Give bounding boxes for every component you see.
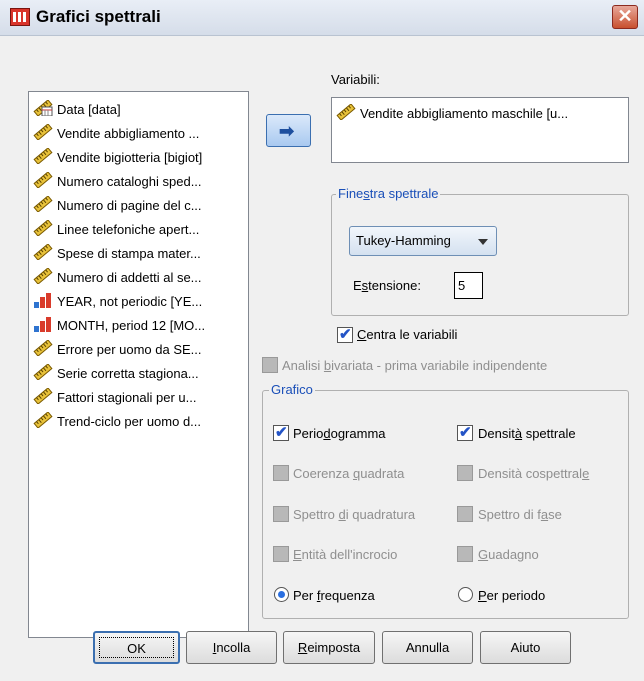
quadrature-spectrum-label: Spettro di quadratura — [293, 507, 416, 522]
list-item-label: Vendite abbigliamento ... — [57, 125, 200, 141]
quadrature-spectrum-checkbox[interactable] — [273, 506, 289, 522]
cross-amplitude-checkbox[interactable] — [273, 546, 289, 562]
phase-spectrum-label: Spettro di fase — [478, 507, 562, 522]
bivariate-checkbox[interactable] — [262, 357, 278, 373]
list-item-label: Fattori stagionali per u... — [57, 389, 197, 405]
window-title: Grafici spettrali — [36, 7, 161, 26]
scale-ruler-icon — [33, 266, 57, 287]
by-period-radio[interactable] — [458, 587, 473, 602]
list-item-label: Serie corretta stagiona... — [57, 365, 199, 381]
scale-ruler-icon — [33, 146, 57, 167]
list-item-label: Errore per uomo da SE... — [57, 341, 202, 357]
phase-spectrum-checkbox[interactable] — [457, 506, 473, 522]
list-item[interactable]: Errore per uomo da SE... — [29, 337, 248, 361]
extension-input[interactable]: 5 — [454, 272, 483, 299]
scale-ruler-icon — [33, 218, 57, 239]
list-item-label: YEAR, not periodic [YE... — [57, 293, 203, 309]
by-frequency-label: Per frequenza — [293, 588, 375, 603]
list-item-label: Vendite bigiotteria [bigiot] — [57, 149, 203, 165]
center-variables-label: Centra le variabili — [357, 327, 458, 342]
title-bar: Grafici spettrali ✕ — [0, 0, 644, 36]
center-variables-checkbox[interactable] — [337, 325, 353, 343]
list-item-label: Numero cataloghi sped... — [57, 173, 202, 189]
list-item[interactable]: Vendite bigiotteria [bigiot] — [29, 145, 248, 169]
ok-button[interactable]: OK — [93, 631, 180, 664]
plot-group-legend: Grafico — [269, 382, 315, 397]
cancel-button[interactable]: Annulla — [382, 631, 473, 664]
list-item[interactable]: MONTH, period 12 [MO... — [29, 313, 248, 337]
close-icon: ✕ — [617, 6, 633, 26]
by-frequency-radio[interactable] — [274, 587, 289, 602]
list-item[interactable]: Spese di stampa mater... — [29, 241, 248, 265]
ordinal-bars-icon — [33, 316, 57, 335]
extension-label: Estensione: — [353, 278, 421, 293]
spectral-window-dropdown[interactable]: Tukey-Hamming — [349, 226, 497, 256]
scale-ruler-icon — [33, 242, 57, 263]
by-period-label: Per periodo — [478, 588, 546, 603]
list-item[interactable]: Serie corretta stagiona... — [29, 361, 248, 385]
app-icon — [10, 8, 30, 26]
spectral-density-label: Densità spettrale — [478, 426, 576, 441]
arrow-right-icon: ➡ — [279, 121, 295, 141]
cross-amplitude-label: Entità dell'incrocio — [293, 547, 398, 562]
variables-target-list[interactable]: Vendite abbigliamento maschile [u... — [331, 97, 629, 163]
list-item-label: Data [data] — [57, 101, 121, 117]
list-item-label: Numero di addetti al se... — [57, 269, 202, 285]
list-item-label: MONTH, period 12 [MO... — [57, 317, 206, 333]
plot-group: Grafico — [262, 382, 629, 619]
bivariate-label: Analisi bivariata - prima variabile indi… — [282, 358, 548, 373]
reset-button[interactable]: Reimposta — [283, 631, 375, 664]
list-item[interactable]: Numero cataloghi sped... — [29, 169, 248, 193]
scale-ruler-icon — [33, 410, 57, 431]
paste-button[interactable]: Incolla — [186, 631, 277, 664]
gain-checkbox[interactable] — [457, 546, 473, 562]
list-item[interactable]: Numero di addetti al se... — [29, 265, 248, 289]
date-ruler-icon — [33, 98, 57, 119]
list-item-label: Numero di pagine del c... — [57, 197, 202, 213]
list-item[interactable]: Linee telefoniche apert... — [29, 217, 248, 241]
squared-coherence-label: Coerenza quadrata — [293, 466, 405, 481]
scale-ruler-icon — [33, 194, 57, 215]
list-item[interactable]: Numero di pagine del c... — [29, 193, 248, 217]
chevron-down-icon — [478, 239, 488, 245]
close-button[interactable]: ✕ — [612, 5, 638, 29]
list-item[interactable]: Data [data] — [29, 97, 248, 121]
list-item[interactable]: Vendite abbigliamento maschile [u... — [332, 101, 628, 125]
list-item-label: Vendite abbigliamento maschile [u... — [360, 105, 569, 121]
source-variable-list[interactable]: Data [data] Vendite abbigliamento ... Vend… — [28, 91, 249, 638]
list-item[interactable]: Trend-ciclo per uomo d... — [29, 409, 248, 433]
periodogram-label: Periodogramma — [293, 426, 386, 441]
variables-label: Variabili: — [331, 72, 380, 87]
list-item[interactable]: YEAR, not periodic [YE... — [29, 289, 248, 313]
scale-ruler-icon — [33, 338, 57, 359]
list-item-label: Trend-ciclo per uomo d... — [57, 413, 202, 429]
periodogram-checkbox[interactable] — [273, 423, 289, 441]
help-button[interactable]: Aiuto — [480, 631, 571, 664]
list-item-label: Linee telefoniche apert... — [57, 221, 200, 237]
scale-ruler-icon — [336, 102, 360, 123]
move-to-variables-button[interactable]: ➡ — [266, 114, 311, 147]
spectral-density-checkbox[interactable] — [457, 423, 473, 441]
scale-ruler-icon — [33, 122, 57, 143]
scale-ruler-icon — [33, 362, 57, 383]
gain-label: Guadagno — [478, 547, 539, 562]
list-item[interactable]: Vendite abbigliamento ... — [29, 121, 248, 145]
spectral-window-legend: Finestra spettrale — [336, 186, 441, 201]
scale-ruler-icon — [33, 386, 57, 407]
ordinal-bars-icon — [33, 292, 57, 311]
cospectral-density-label: Densità cospettrale — [478, 466, 590, 481]
scale-ruler-icon — [33, 170, 57, 191]
list-item[interactable]: Fattori stagionali per u... — [29, 385, 248, 409]
spectral-window-selected: Tukey-Hamming — [356, 233, 451, 248]
list-item-label: Spese di stampa mater... — [57, 245, 201, 261]
squared-coherence-checkbox[interactable] — [273, 465, 289, 481]
cospectral-density-checkbox[interactable] — [457, 465, 473, 481]
